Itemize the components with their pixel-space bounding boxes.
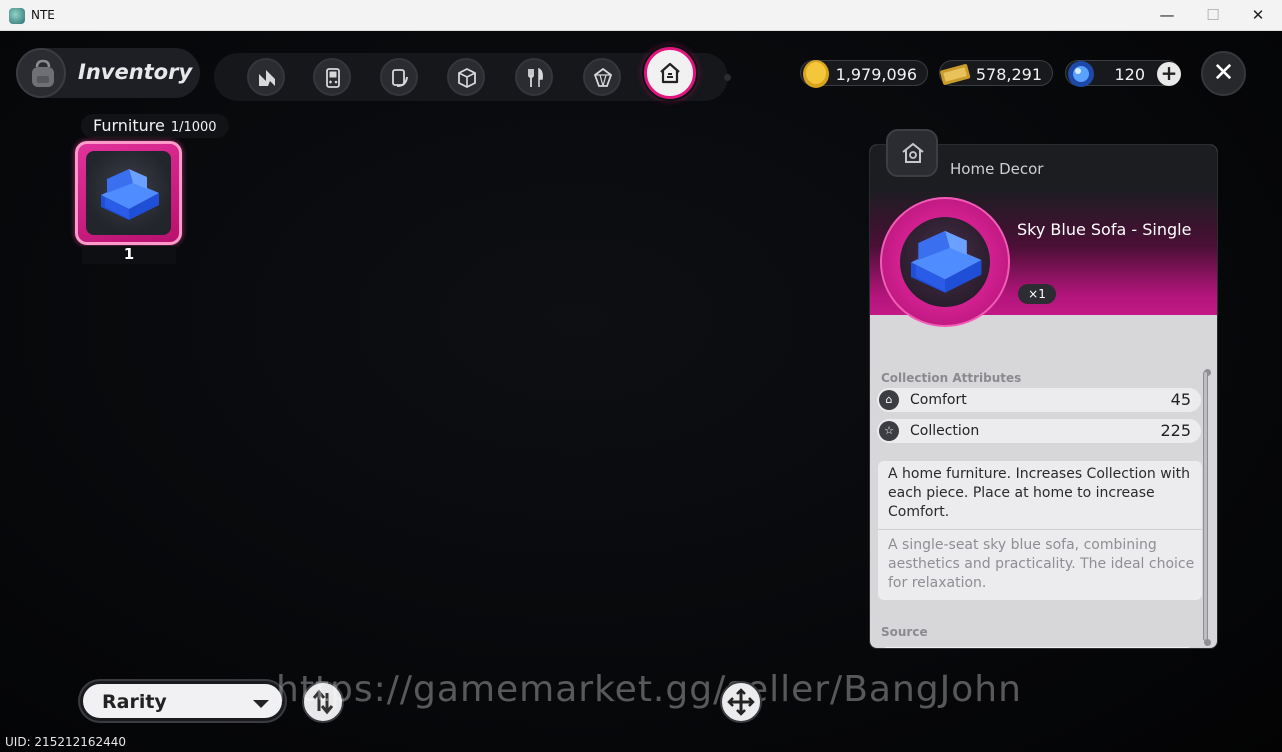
category-name: Furniture (93, 116, 165, 135)
attribute-row-collection: ☆ Collection 225 (877, 419, 1201, 443)
inventory-header: Inventory (16, 48, 200, 98)
watermark: https://gamemarket.gg/seller/BangJohn (276, 669, 1022, 710)
orb-amount: 120 (1114, 65, 1145, 84)
tab-furniture[interactable] (644, 47, 696, 99)
app-icon (9, 8, 25, 24)
attribute-label: Collection (910, 423, 980, 439)
scrollbar-bottom-cap (1204, 639, 1211, 646)
sofa-icon (101, 169, 159, 220)
item-portrait (900, 217, 990, 307)
star-icon: ☆ (879, 421, 899, 441)
category-label: Furniture 1/1000 (81, 114, 229, 138)
currency-gold: 1,979,096 (800, 60, 928, 88)
category-tabs (214, 47, 731, 101)
add-currency-button[interactable]: + (1157, 62, 1181, 86)
currency-ticket: 578,291 (939, 60, 1053, 86)
ticket-icon (940, 64, 971, 85)
backpack-icon (32, 59, 54, 87)
attribute-row-comfort: ⌂ Comfort 45 (877, 388, 1201, 412)
item-icon-frame (86, 151, 171, 235)
game-viewport: Inventory 1,979,096 578,291 120 + ✕ Furn… (0, 31, 1282, 752)
house-icon (902, 142, 924, 163)
n-logo-icon (259, 70, 275, 86)
detail-category: Home Decor (950, 160, 1044, 178)
description-divider (878, 529, 1202, 530)
sort-dropdown[interactable]: Rarity (80, 681, 285, 721)
gameboy-icon (326, 68, 340, 88)
move-button[interactable] (720, 681, 762, 723)
tab-materials[interactable] (447, 58, 485, 96)
close-inventory-button[interactable]: ✕ (1201, 51, 1246, 96)
minimize-button[interactable]: — (1152, 4, 1182, 26)
tab-all[interactable] (247, 58, 285, 96)
detail-scrollbar[interactable] (1203, 371, 1208, 641)
blue-orb-icon (1068, 61, 1094, 87)
ticket-amount: 578,291 (975, 65, 1042, 84)
item-detail-panel: Home Decor Sky Blue Sofa - Single ×1 Col… (869, 144, 1218, 649)
item-flavor-text: A single-seat sky blue sofa, combining a… (888, 537, 1195, 591)
window-close-button[interactable]: ✕ (1243, 4, 1273, 26)
source-title: Source (881, 625, 928, 639)
item-description: A home furniture. Increases Collection w… (888, 466, 1190, 520)
item-portrait-ring (880, 197, 1010, 327)
comfort-icon: ⌂ (879, 390, 899, 410)
home-icon (660, 62, 680, 84)
gold-amount: 1,979,096 (835, 65, 917, 84)
tab-crystals[interactable] (583, 58, 621, 96)
home-decor-badge (886, 129, 938, 177)
tab-cards[interactable] (380, 58, 418, 96)
window-titlebar: NTE — ☐ ✕ (0, 0, 1282, 31)
gem-icon (593, 68, 613, 87)
tabs-edge-dot (724, 74, 731, 81)
tab-food[interactable] (515, 58, 553, 96)
window-title: NTE (31, 8, 55, 22)
attribute-label: Comfort (910, 392, 967, 408)
category-count: 1/1000 (170, 120, 217, 135)
item-quantity-badge: ×1 (1018, 284, 1056, 304)
maximize-button[interactable]: ☐ (1198, 4, 1228, 26)
card-icon (392, 69, 408, 87)
user-id: UID: 215212162440 (5, 735, 127, 749)
item-name: Sky Blue Sofa - Single (1017, 220, 1192, 239)
attribute-value: 225 (1160, 421, 1191, 440)
inventory-item-slot[interactable] (75, 141, 182, 245)
item-quantity: 1 (123, 245, 135, 263)
sofa-icon (911, 230, 982, 293)
attributes-title: Collection Attributes (881, 371, 1022, 385)
caret-down-icon (253, 700, 269, 708)
fork-knife-icon (528, 68, 543, 87)
tab-gadgets[interactable] (313, 58, 351, 96)
gold-coin-icon (803, 60, 829, 88)
box-icon (458, 68, 476, 88)
source-entry[interactable] (882, 647, 1192, 648)
backpack-button[interactable] (16, 48, 66, 98)
move-arrows-icon (727, 688, 755, 716)
item-description-box: A home furniture. Increases Collection w… (878, 461, 1202, 600)
sort-dropdown-label: Rarity (102, 691, 167, 713)
attribute-value: 45 (1170, 390, 1191, 409)
page-title: Inventory (78, 60, 193, 84)
item-hero: Sky Blue Sofa - Single ×1 (870, 189, 1217, 327)
currency-orb: 120 + (1065, 60, 1181, 87)
